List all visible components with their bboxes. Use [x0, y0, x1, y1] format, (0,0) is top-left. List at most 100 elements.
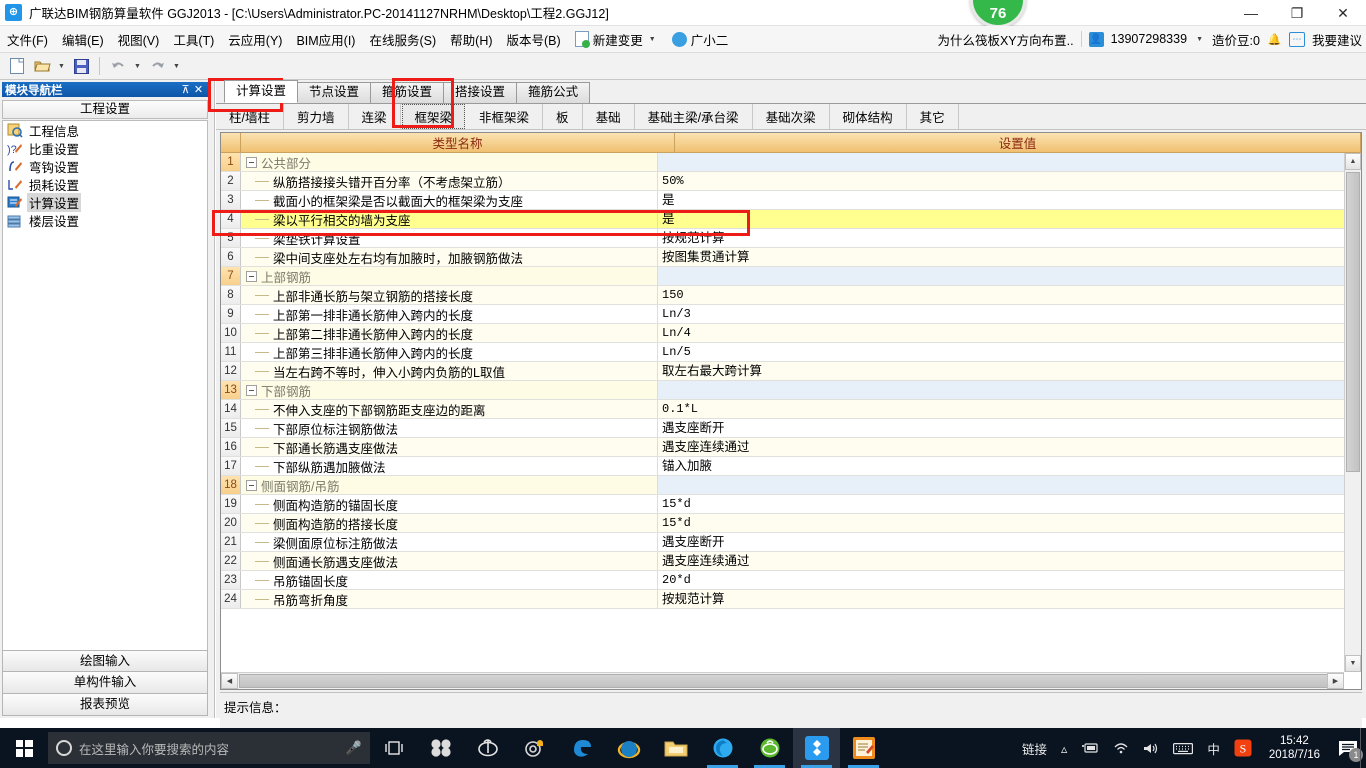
table-row[interactable]: 14 不伸入支座的下部钢筋距支座边的距离 0.1*L: [221, 400, 1344, 419]
menu-assistant[interactable]: 广小二: [665, 27, 736, 52]
microphone-icon[interactable]: 🎤: [346, 740, 362, 756]
vertical-scroll-thumb[interactable]: [1346, 172, 1360, 472]
menu-tools[interactable]: 工具(T): [166, 27, 221, 52]
row-type-name[interactable]: 侧面构造筋的锚固长度: [241, 495, 658, 513]
row-type-name[interactable]: 不伸入支座的下部钢筋距支座边的距离: [241, 400, 658, 418]
row-setting-value[interactable]: Ln/4: [658, 324, 1344, 342]
table-row[interactable]: 8 上部非通长筋与架立钢筋的搭接长度 150: [221, 286, 1344, 305]
table-row[interactable]: 7 上部钢筋: [221, 267, 1344, 286]
table-row[interactable]: 9 上部第一排非通长筋伸入跨内的长度 Ln/3: [221, 305, 1344, 324]
row-setting-value[interactable]: 遇支座断开: [658, 419, 1344, 437]
row-setting-value[interactable]: 按规范计算: [658, 229, 1344, 247]
table-row[interactable]: 5 梁垫铁计算设置 按规范计算: [221, 229, 1344, 248]
table-row[interactable]: 19 侧面构造筋的锚固长度 15*d: [221, 495, 1344, 514]
ie-outline-icon[interactable]: [464, 728, 511, 768]
ime-indicator[interactable]: 中: [1200, 728, 1227, 768]
row-type-name[interactable]: 梁以平行相交的墙为支座: [241, 210, 658, 228]
report-preview-button[interactable]: 报表预览: [2, 694, 208, 716]
table-row[interactable]: 15 下部原位标注钢筋做法 遇支座断开: [221, 419, 1344, 438]
tree-collapse-icon[interactable]: [246, 479, 257, 491]
table-row[interactable]: 4 梁以平行相交的墙为支座 是: [221, 210, 1344, 229]
table-row[interactable]: 16 下部通长筋遇支座做法 遇支座连续通过: [221, 438, 1344, 457]
menu-new-change[interactable]: 新建变更 ▼: [568, 27, 665, 52]
open-file-icon[interactable]: [31, 56, 53, 77]
project-settings-section-header[interactable]: 工程设置: [2, 100, 208, 119]
glodon-app-icon[interactable]: [793, 728, 840, 768]
tab-stirrup-formula[interactable]: 箍筋公式: [516, 82, 591, 103]
subtab-other[interactable]: 其它: [907, 104, 959, 129]
sidebar-item-floor-settings[interactable]: 楼层设置: [3, 211, 207, 229]
row-setting-value[interactable]: 锚入加腋: [658, 457, 1344, 475]
tree-collapse-icon[interactable]: [246, 270, 257, 282]
menu-cloud[interactable]: 云应用(Y): [221, 27, 289, 52]
tab-lap-settings[interactable]: 搭接设置: [443, 82, 518, 103]
360-browser-icon[interactable]: [699, 728, 746, 768]
menu-file[interactable]: 文件(F): [0, 27, 55, 52]
pin-icon[interactable]: ⊼: [179, 83, 192, 96]
row-type-name[interactable]: 上部第一排非通长筋伸入跨内的长度: [241, 305, 658, 323]
table-row[interactable]: 3 截面小的框架梁是否以截面大的框架梁为支座 是: [221, 191, 1344, 210]
row-setting-value[interactable]: 15*d: [658, 495, 1344, 513]
grid-horizontal-scrollbar[interactable]: ◀ ▶: [221, 672, 1344, 689]
chevron-up-icon[interactable]: ▵: [1054, 728, 1074, 768]
table-row[interactable]: 22 侧面通长筋遇支座做法 遇支座连续通过: [221, 552, 1344, 571]
sidebar-item-hook-settings[interactable]: 弯钩设置: [3, 157, 207, 175]
table-row[interactable]: 17 下部纵筋遇加腋做法 锚入加腋: [221, 457, 1344, 476]
row-setting-value[interactable]: 20*d: [658, 571, 1344, 589]
bell-icon[interactable]: 🔔: [1267, 32, 1282, 47]
row-setting-value[interactable]: 取左右最大跨计算: [658, 362, 1344, 380]
row-setting-value[interactable]: 是: [658, 210, 1344, 228]
sidebar-item-project-info[interactable]: 工程信息: [3, 121, 207, 139]
row-type-name[interactable]: 侧面通长筋遇支座做法: [241, 552, 658, 570]
subtab-coupling-beam[interactable]: 连梁: [349, 104, 401, 129]
restore-button[interactable]: ❐: [1274, 0, 1320, 26]
tab-calc-settings[interactable]: 计算设置: [224, 80, 299, 103]
grid-body[interactable]: 1 公共部分 2 纵筋搭接接头错开百分率（不考虑架立筋） 50% 3 截面小的框架梁是否以截…: [221, 153, 1344, 672]
row-type-name[interactable]: 下部原位标注钢筋做法: [241, 419, 658, 437]
task-view-icon[interactable]: [370, 728, 417, 768]
menu-online-service[interactable]: 在线服务(S): [362, 27, 443, 52]
internet-explorer-icon[interactable]: [605, 728, 652, 768]
table-row[interactable]: 21 梁侧面原位标注筋做法 遇支座断开: [221, 533, 1344, 552]
subtab-frame-beam[interactable]: 框架梁: [401, 104, 466, 129]
menu-help[interactable]: 帮助(H): [443, 27, 499, 52]
account-label[interactable]: 13907298339: [1111, 32, 1187, 46]
subtab-foundation-main-beam[interactable]: 基础主梁/承台梁: [635, 104, 753, 129]
scroll-left-icon[interactable]: ◀: [221, 673, 238, 689]
show-desktop-button[interactable]: [1360, 728, 1366, 768]
pinwheel-icon[interactable]: [417, 728, 464, 768]
row-type-name[interactable]: 梁垫铁计算设置: [241, 229, 658, 247]
volume-icon[interactable]: [1136, 728, 1166, 768]
menu-version[interactable]: 版本号(B): [500, 27, 568, 52]
keyboard-icon[interactable]: [1166, 728, 1200, 768]
scroll-up-icon[interactable]: ▲: [1345, 153, 1361, 170]
row-type-name[interactable]: 下部通长筋遇支座做法: [241, 438, 658, 456]
table-row[interactable]: 23 吊筋锚固长度 20*d: [221, 571, 1344, 590]
row-type-name[interactable]: 梁侧面原位标注筋做法: [241, 533, 658, 551]
row-type-name[interactable]: 梁中间支座处左右均有加腋时，加腋钢筋做法: [241, 248, 658, 266]
menu-view[interactable]: 视图(V): [111, 27, 167, 52]
sogou-input-icon[interactable]: S: [1227, 728, 1259, 768]
redo-icon[interactable]: [146, 56, 168, 77]
taskbar-search-box[interactable]: 在这里输入你要搜索的内容 🎤: [48, 732, 370, 764]
row-setting-value[interactable]: 150: [658, 286, 1344, 304]
wifi-icon[interactable]: [1106, 728, 1136, 768]
table-row[interactable]: 10 上部第二排非通长筋伸入跨内的长度 Ln/4: [221, 324, 1344, 343]
chevron-down-icon[interactable]: ▼: [56, 63, 67, 70]
table-row[interactable]: 11 上部第三排非通长筋伸入跨内的长度 Ln/5: [221, 343, 1344, 362]
row-setting-value[interactable]: [658, 267, 1344, 285]
row-type-name[interactable]: 侧面构造筋的搭接长度: [241, 514, 658, 532]
row-type-name[interactable]: 下部纵筋遇加腋做法: [241, 457, 658, 475]
subtab-slab[interactable]: 板: [543, 104, 583, 129]
row-type-name[interactable]: 吊筋锚固长度: [241, 571, 658, 589]
row-type-name[interactable]: 下部钢筋: [241, 381, 658, 399]
close-icon[interactable]: ✕: [192, 83, 205, 96]
horizontal-scroll-thumb[interactable]: [239, 674, 1329, 688]
row-setting-value[interactable]: 是: [658, 191, 1344, 209]
notepad-app-icon[interactable]: [840, 728, 887, 768]
save-icon[interactable]: [70, 56, 92, 77]
row-setting-value[interactable]: [658, 153, 1344, 171]
table-row[interactable]: 20 侧面构造筋的搭接长度 15*d: [221, 514, 1344, 533]
row-type-name[interactable]: 公共部分: [241, 153, 658, 171]
table-row[interactable]: 1 公共部分: [221, 153, 1344, 172]
